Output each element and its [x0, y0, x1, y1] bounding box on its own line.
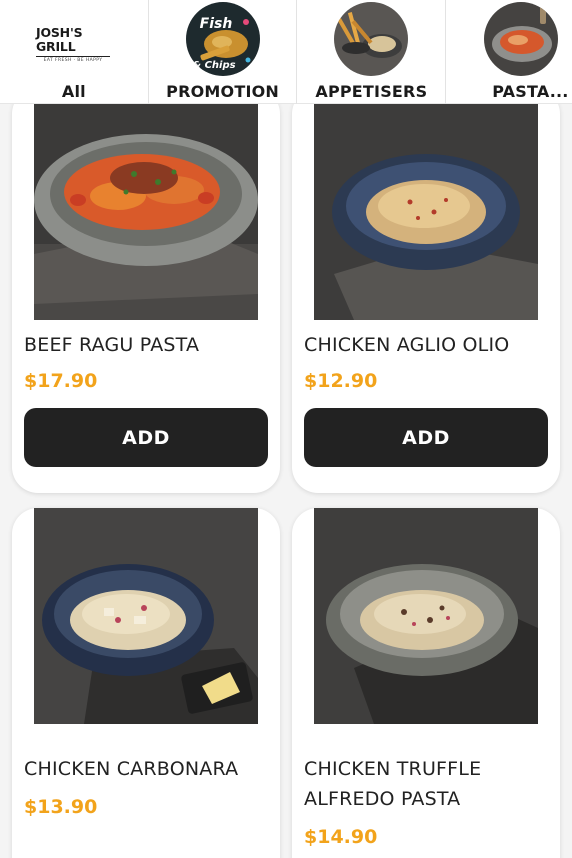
category-promotion[interactable]: Fish & Chips PROMOTION: [149, 0, 298, 104]
category-appetisers[interactable]: APPETISERS: [297, 0, 447, 104]
product-card-chicken-carbonara[interactable]: CHICKEN CARBONARA $13.90: [12, 508, 280, 858]
product-name-line1: CHICKEN TRUFFLE: [304, 758, 482, 780]
product-card-beef-ragu[interactable]: BEEF RAGU PASTA $17.90 ADD: [12, 104, 280, 493]
promo-chips-text: & Chips: [192, 60, 235, 71]
product-card-chicken-truffle-alfredo[interactable]: CHICKEN TRUFFLE ALFREDO PASTA $14.90: [292, 508, 560, 858]
product-price: $14.90: [304, 826, 378, 848]
product-name: CHICKEN CARBONARA: [24, 758, 239, 780]
appetisers-thumbnail: [334, 2, 409, 76]
pasta-thumbnail: [484, 2, 559, 76]
category-label-appetisers: APPETISERS: [315, 82, 428, 101]
aglio-olio-photo: [314, 104, 538, 320]
logo-brand: JOSH'S GRILL: [36, 25, 83, 54]
category-all[interactable]: JOSH'S GRILL EAT FRESH · BE HAPPY All: [0, 0, 149, 104]
product-price: $17.90: [24, 370, 98, 392]
promo-fish-text: Fish: [199, 16, 232, 32]
add-to-cart-button[interactable]: ADD: [304, 408, 548, 467]
product-name: CHICKEN AGLIO OLIO: [304, 334, 510, 356]
logo-tagline: EAT FRESH · BE HAPPY: [36, 56, 110, 63]
product-name-line2: ALFREDO PASTA: [304, 788, 461, 810]
promotion-thumbnail: Fish & Chips: [185, 2, 260, 76]
carbonara-photo: [34, 508, 258, 724]
product-grid: BEEF RAGU PASTA $17.90 ADD CHICKEN AGLIO…: [0, 104, 572, 858]
add-to-cart-button[interactable]: ADD: [24, 408, 268, 467]
product-name: BEEF RAGU PASTA: [24, 334, 200, 356]
truffle-alfredo-photo: [314, 508, 538, 724]
category-bar: JOSH'S GRILL EAT FRESH · BE HAPPY All Fi…: [0, 0, 572, 104]
category-label-promotion: PROMOTION: [166, 82, 280, 101]
category-pasta[interactable]: PASTA...: [446, 0, 572, 104]
product-price: $12.90: [304, 370, 378, 392]
product-card-chicken-aglio-olio[interactable]: CHICKEN AGLIO OLIO $12.90 ADD: [292, 104, 560, 493]
product-price: $13.90: [24, 796, 98, 818]
category-label-pasta: PASTA...: [492, 82, 569, 101]
joshs-grill-logo: JOSH'S GRILL EAT FRESH · BE HAPPY: [36, 25, 110, 63]
beef-ragu-photo: [34, 104, 258, 320]
category-label-all: All: [61, 82, 86, 101]
